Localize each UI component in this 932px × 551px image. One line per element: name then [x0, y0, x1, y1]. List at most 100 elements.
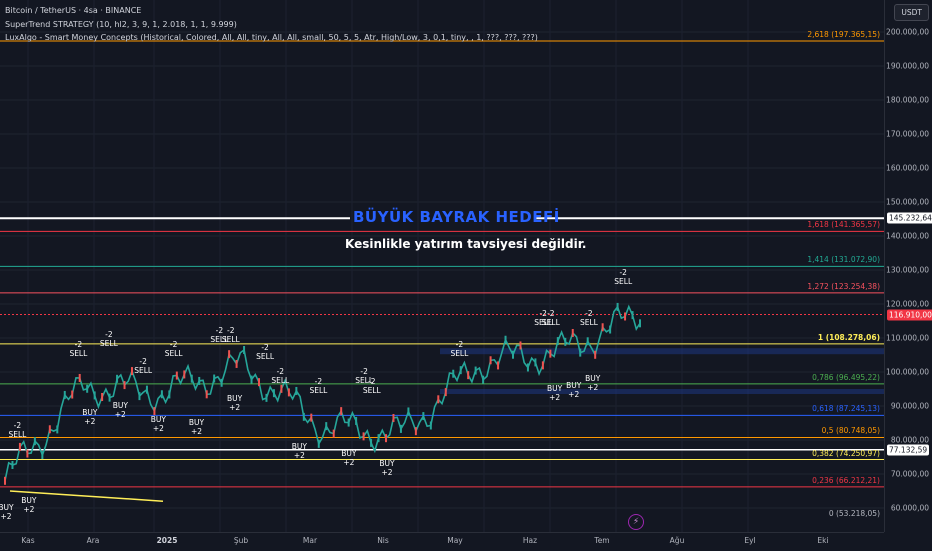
candle — [302, 412, 305, 421]
buy-signal: BUY +2 — [288, 442, 310, 460]
signal-text: SELL — [450, 348, 469, 358]
buy-signal: BUY +2 — [582, 374, 604, 392]
chart-canvas[interactable] — [0, 0, 884, 532]
candle — [175, 371, 178, 380]
lightning-icon[interactable]: ⚡ — [628, 514, 644, 530]
buy-signal: BUY +2 — [109, 401, 131, 419]
signal-sub: -2 — [276, 367, 285, 376]
candle — [280, 384, 283, 393]
legend-supertrend: SuperTrend STRATEGY (10, hl2, 3, 9, 1, 2… — [5, 20, 237, 29]
time-tick-label: Eyl — [744, 536, 756, 545]
candle — [325, 422, 328, 431]
sell-signal: -2 SELL — [448, 340, 470, 358]
candle — [482, 375, 485, 384]
candle — [399, 424, 402, 433]
candle — [250, 375, 253, 384]
price-chart[interactable]: Bitcoin / TetherUS · 4sa · BINANCE Super… — [0, 0, 884, 532]
candle — [123, 381, 126, 390]
signal-sub: -2 — [368, 377, 376, 387]
candle — [362, 432, 365, 441]
price-tick-label: 180.000,00 — [886, 95, 929, 105]
low-price-label: 77.132,59 — [887, 444, 930, 456]
signal-text: SELL — [164, 348, 183, 358]
signal-text: BUY — [188, 418, 205, 428]
signal-sub: -2 — [227, 326, 235, 336]
candle — [332, 429, 335, 438]
signal-sub: +2 — [114, 410, 126, 420]
candle — [48, 425, 51, 434]
signal-sub: -2 — [314, 377, 323, 387]
signal-sub: +2 — [229, 403, 241, 413]
signal-sub: -2 — [169, 339, 178, 349]
demand-zone — [440, 348, 884, 355]
signal-sub: +2 — [587, 383, 599, 392]
candle — [504, 335, 507, 344]
candle — [579, 348, 582, 357]
sell-signal: -2 SELL — [132, 357, 154, 375]
buy-signal: BUY +2 — [376, 459, 398, 477]
candle — [78, 373, 81, 382]
price-tick-label: 200.000,00 — [886, 27, 929, 37]
candle — [235, 359, 238, 368]
signal-sub: +2 — [343, 457, 355, 467]
candle — [437, 395, 440, 404]
signal-text: SELL — [579, 318, 598, 328]
fib-label: 0,618 (87.245,13) — [812, 404, 880, 414]
price-tick-label: 170.000,00 — [886, 129, 929, 139]
candle — [497, 361, 500, 370]
signal-text: SELL — [614, 277, 633, 287]
candle — [160, 390, 163, 399]
signal-sub: -2 — [360, 367, 368, 376]
price-tick-label: 140.000,00 — [886, 231, 929, 241]
candle — [317, 439, 320, 448]
candle — [586, 337, 589, 346]
signal-text: BUY — [112, 401, 128, 411]
candle — [265, 393, 268, 402]
signal-text: BUY — [226, 394, 243, 404]
candle — [422, 412, 425, 421]
candle — [145, 385, 148, 394]
candle — [601, 323, 604, 332]
candle — [101, 392, 104, 401]
price-axis[interactable]: USDT 200.000,00 190.000,00 180.000,00 170.0… — [884, 0, 932, 532]
fib-label: 1,414 (131.072,90) — [807, 255, 880, 265]
candle — [4, 476, 6, 485]
fib-label: 0,5 (80.748,05) — [821, 426, 880, 436]
price-tick-label: 120.000,00 — [886, 299, 929, 309]
price-tick-label: 60.000,00 — [890, 503, 929, 513]
candle — [429, 421, 432, 430]
candle — [272, 389, 275, 398]
candle — [220, 378, 223, 387]
time-axis[interactable]: Kas Ara 2025 Şub Mar Nis May Haz Tem Ağu Eyl Eki — [0, 532, 884, 551]
candle — [340, 407, 343, 416]
currency-button[interactable]: USDT — [894, 4, 929, 21]
candle — [370, 438, 373, 447]
candle — [168, 390, 171, 399]
candle — [549, 349, 552, 358]
fib-label: 1 (108.278,06) — [817, 332, 880, 342]
fib-label: 1,272 (123.254,38) — [807, 281, 880, 291]
candle — [377, 434, 380, 443]
candle — [11, 460, 14, 469]
fib-label: 0,236 (66.212,21) — [812, 475, 880, 485]
candle — [93, 391, 96, 400]
price-tick-label: 110.000,00 — [886, 333, 929, 343]
price-tick-label: 190.000,00 — [886, 61, 929, 71]
candle — [228, 350, 231, 359]
candle — [414, 427, 417, 436]
price-tick-label: 150.000,00 — [886, 197, 929, 207]
signal-sub: -2 — [139, 356, 147, 366]
headline-target: BÜYÜK BAYRAK HEDEFİ — [353, 208, 560, 226]
signal-text: SELL — [69, 348, 88, 358]
candle — [392, 413, 395, 422]
time-tick-label: May — [447, 536, 463, 545]
candle — [190, 374, 193, 383]
candle — [624, 312, 627, 321]
candle — [258, 378, 260, 387]
signal-sub: +2 — [381, 468, 393, 477]
signal-text: BUY — [150, 414, 166, 424]
candle — [556, 337, 559, 346]
candle — [63, 390, 66, 399]
candle — [183, 370, 186, 379]
sell-signal: -2 SELL — [612, 268, 634, 286]
